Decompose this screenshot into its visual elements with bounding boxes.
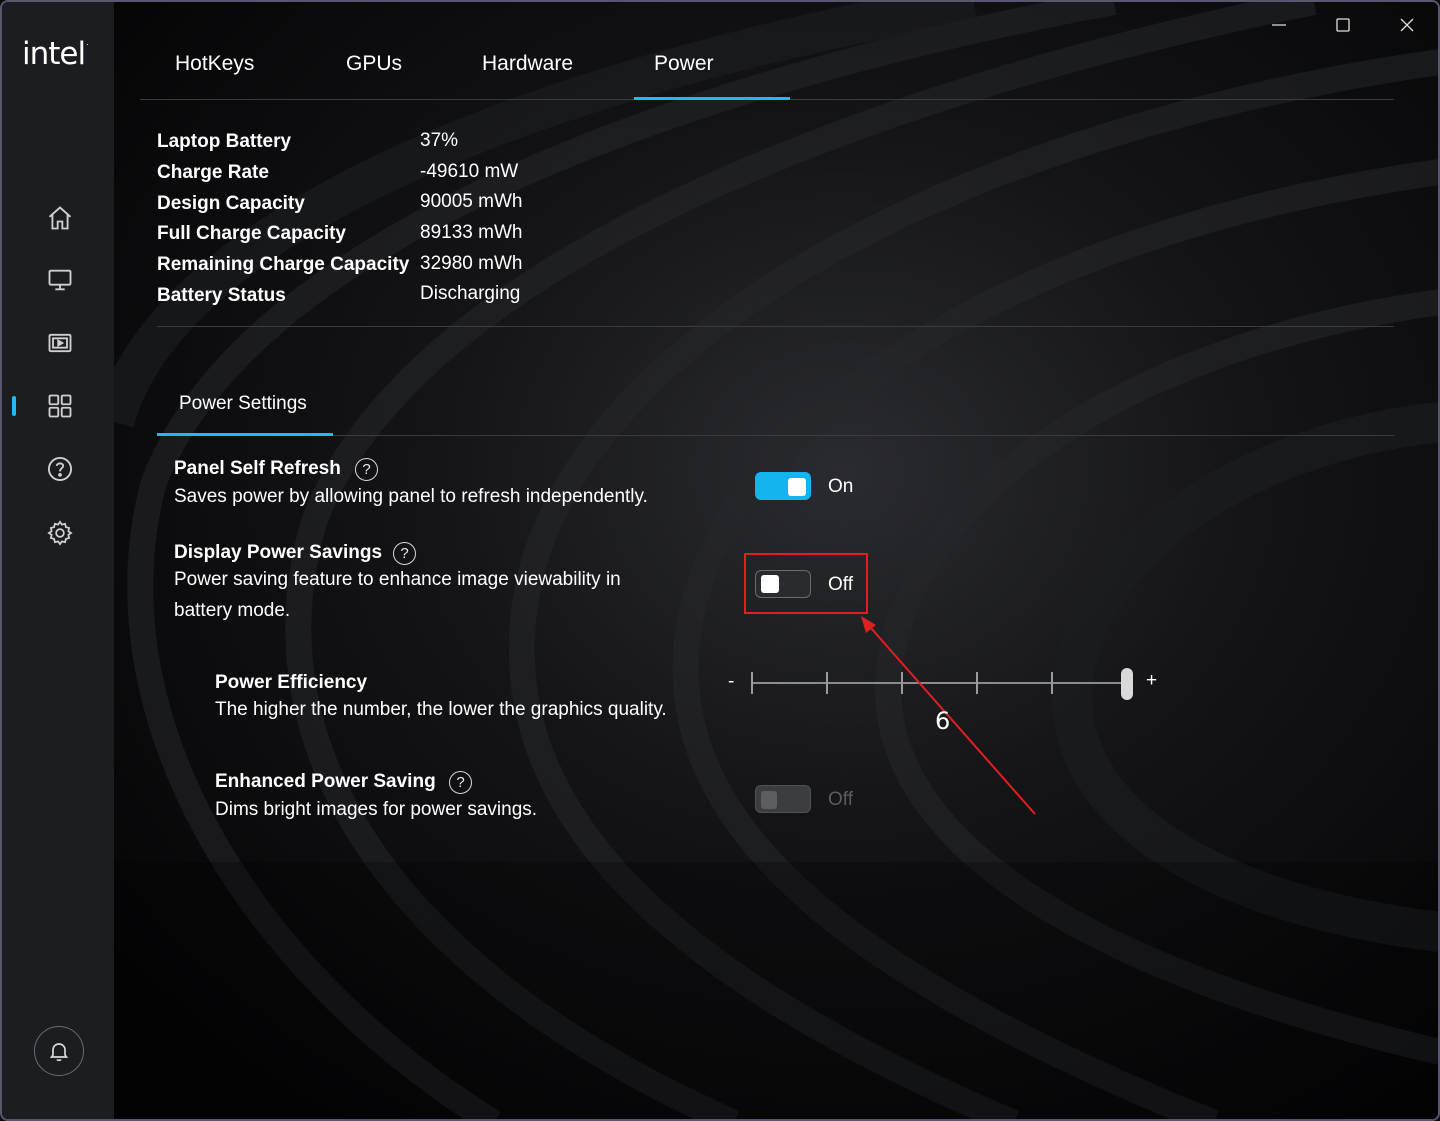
display-power-savings-title: Display Power Savings [174, 542, 383, 563]
main-content: HotKeys GPUs Hardware Power Laptop Batte… [114, 2, 1438, 1119]
power-efficiency-description: The higher the number, the lower the gra… [215, 699, 667, 720]
slider-tick [826, 672, 828, 694]
enhanced-power-saving-description: Dims bright images for power savings. [215, 799, 538, 820]
minimize-icon[interactable] [1259, 10, 1299, 40]
charge-rate-value: -49610 mW [420, 161, 519, 182]
home-icon[interactable] [42, 200, 78, 236]
enhanced-power-saving-title: Enhanced Power Saving [215, 771, 436, 792]
panel-self-refresh-description: Saves power by allowing panel to refresh… [174, 486, 648, 507]
toggle-knob [788, 478, 806, 496]
help-icon[interactable] [42, 451, 78, 487]
active-tab-underline [634, 97, 790, 100]
battery-status-value: Discharging [420, 283, 521, 304]
laptop-battery-value: 37% [420, 130, 459, 151]
intel-logo: intel. [22, 36, 88, 72]
enhanced-power-saving-toggle [755, 785, 811, 813]
power-efficiency-title: Power Efficiency [215, 672, 368, 693]
full-charge-capacity-value: 89133 mWh [420, 222, 523, 243]
charge-rate-label: Charge Rate [157, 162, 269, 183]
active-subtab-underline [157, 433, 333, 436]
tab-hardware[interactable]: Hardware [482, 52, 573, 76]
bell-icon[interactable] [34, 1026, 84, 1076]
slider-tick [751, 672, 753, 694]
slider-minus-label: - [728, 671, 735, 692]
annotation-highlight-box [744, 553, 868, 614]
app-window: intel. HotKeys GPUs Hardware Power Lapto… [0, 0, 1440, 1121]
tab-power[interactable]: Power [654, 52, 714, 76]
annotation-arrow [861, 616, 1036, 815]
active-nav-indicator [12, 396, 16, 416]
design-capacity-value: 90005 mWh [420, 191, 523, 212]
remaining-charge-capacity-value: 32980 mWh [420, 253, 523, 274]
apps-grid-icon[interactable] [42, 388, 78, 424]
panel-self-refresh-state: On [828, 476, 854, 497]
annotation-label: 6 [935, 707, 951, 735]
battery-status-label: Battery Status [157, 285, 286, 306]
gear-icon[interactable] [42, 515, 78, 551]
sidebar: intel. [2, 2, 114, 1119]
slider-thumb[interactable] [1121, 668, 1133, 700]
design-capacity-label: Design Capacity [157, 193, 305, 214]
close-icon[interactable] [1387, 10, 1427, 40]
tab-hotkeys[interactable]: HotKeys [175, 52, 254, 76]
help-icon[interactable]: ? [355, 458, 378, 481]
maximize-icon[interactable] [1323, 10, 1363, 40]
toggle-knob [761, 791, 777, 809]
help-icon[interactable]: ? [449, 771, 472, 794]
video-icon[interactable] [42, 325, 78, 361]
display-icon[interactable] [42, 262, 78, 298]
full-charge-capacity-label: Full Charge Capacity [157, 223, 346, 244]
slider-plus-label: + [1146, 670, 1158, 691]
panel-self-refresh-toggle[interactable] [755, 472, 811, 500]
enhanced-power-saving-state: Off [828, 789, 853, 810]
top-tabs: HotKeys GPUs Hardware Power [140, 42, 1394, 100]
display-power-savings-description: Power saving feature to enhance image vi… [174, 569, 621, 621]
tab-gpus[interactable]: GPUs [346, 52, 402, 76]
panel-self-refresh-title: Panel Self Refresh [174, 458, 341, 479]
tab-power-settings[interactable]: Power Settings [179, 393, 307, 415]
help-icon[interactable]: ? [393, 542, 416, 565]
power-settings-tabs: Power Settings [157, 382, 1394, 436]
remaining-charge-capacity-label: Remaining Charge Capacity [157, 254, 410, 275]
laptop-battery-label: Laptop Battery [157, 131, 292, 152]
section-divider [157, 326, 1394, 327]
